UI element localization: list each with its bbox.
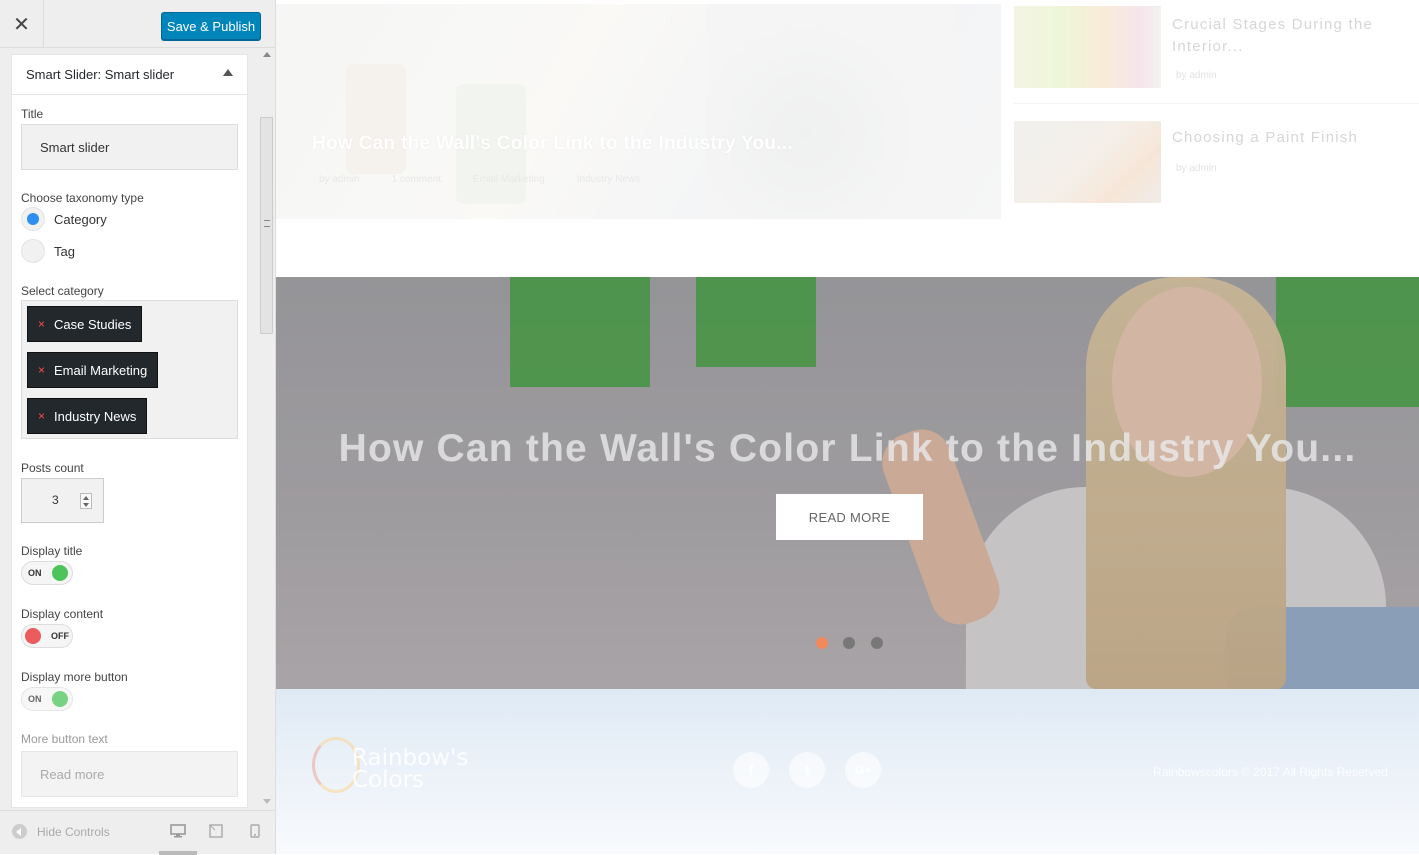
widget-header[interactable]: Smart Slider: Smart slider [12, 55, 247, 95]
category-label: Select category [21, 284, 104, 298]
chip-label: Case Studies [54, 316, 132, 332]
site-footer: Rainbow's Colors f t G+ Rainbowscolors ©… [276, 689, 1419, 854]
toggle-knob [52, 691, 68, 707]
widget-name: Smart slider [104, 67, 175, 82]
scroll-up-icon[interactable] [263, 52, 271, 57]
meta-category[interactable]: Email Marketing [473, 174, 545, 185]
hide-controls-button[interactable]: Hide Controls [12, 824, 110, 839]
taxonomy-label: Choose taxonomy type [21, 191, 144, 205]
featured-post-meta: by admin 1 comment Email Marketing Indus… [319, 174, 640, 185]
close-icon[interactable]: ✕ [0, 0, 44, 48]
radio-selected-dot [27, 213, 39, 225]
featured-post-title[interactable]: How Can the Wall's Color Link to the Ind… [312, 133, 793, 155]
logo-line2: Colors [352, 767, 425, 793]
google-plus-icon[interactable]: G+ [845, 752, 881, 788]
customizer-sidebar: ✕ Save & Publish Smart Slider: Smart sli… [0, 0, 276, 855]
site-logo[interactable]: Rainbow's Colors [312, 729, 482, 799]
hero-slider: How Can the Wall's Color Link to the Ind… [276, 277, 1419, 689]
side-post-title[interactable]: Choosing a Paint Finish [1172, 127, 1412, 149]
side-post[interactable]: Choosing a Paint Finish by admin [1014, 119, 1419, 219]
collapse-icon [12, 824, 27, 839]
title-input[interactable]: Smart slider [21, 124, 238, 170]
display-title-label: Display title [21, 544, 83, 558]
display-more-label: Display more button [21, 670, 128, 684]
toggle-knob [52, 565, 68, 581]
radio-category-label: Category [54, 212, 107, 227]
radio-tag[interactable] [21, 239, 45, 263]
toggle-state: ON [28, 694, 42, 704]
facebook-icon[interactable]: f [733, 752, 769, 788]
spinner-icon[interactable] [80, 493, 92, 509]
site-preview: How Can the Wall's Color Link to the Ind… [276, 0, 1419, 854]
twitter-icon[interactable]: t [789, 752, 825, 788]
slider-dot-active[interactable] [816, 637, 828, 649]
meta-author[interactable]: by admin [319, 174, 360, 185]
side-post-title[interactable]: Crucial Stages During the Interior... [1172, 14, 1412, 58]
toggle-state: ON [28, 568, 42, 578]
slider-dot[interactable] [871, 637, 883, 649]
more-text-label: More button text [21, 732, 108, 746]
customizer-header: ✕ Save & Publish [0, 0, 275, 48]
post-thumbnail[interactable] [1014, 121, 1161, 203]
widget-panel: Smart Slider: Smart slider Title Smart s… [11, 54, 248, 808]
side-post-author[interactable]: by admin [1176, 70, 1217, 81]
remove-icon[interactable]: × [38, 317, 45, 331]
display-content-label: Display content [21, 607, 104, 621]
category-chip: × Email Marketing [27, 352, 159, 388]
logo-line1: Rainbow's [352, 745, 469, 771]
category-select[interactable]: × Case Studies × Email Marketing × Indus… [21, 300, 238, 439]
more-button-text-input[interactable]: Read more [21, 751, 238, 797]
meta-comments[interactable]: 1 comment [392, 174, 441, 185]
toggle-knob [25, 628, 41, 644]
category-chip: × Case Studies [27, 306, 143, 342]
tablet-icon[interactable] [209, 824, 223, 838]
posts-count-value: 3 [52, 493, 59, 507]
customizer-footer: Hide Controls [0, 810, 275, 855]
side-post[interactable]: Crucial Stages During the Interior... by… [1014, 4, 1419, 104]
collapse-arrow-icon[interactable] [223, 69, 233, 76]
posts-count-stepper[interactable]: 3 [21, 478, 104, 523]
toggle-state: OFF [51, 631, 69, 641]
remove-icon[interactable]: × [38, 409, 45, 423]
radio-category[interactable] [21, 207, 45, 231]
display-more-toggle[interactable]: ON [21, 687, 73, 711]
title-label: Title [21, 107, 44, 121]
scrollbar-thumb[interactable] [260, 117, 273, 334]
featured-overlay [276, 4, 1001, 219]
scroll-down-icon[interactable] [263, 799, 271, 804]
featured-post[interactable]: How Can the Wall's Color Link to the Ind… [276, 4, 1001, 219]
mobile-icon[interactable] [250, 824, 260, 838]
chip-label: Email Marketing [54, 362, 148, 378]
slide-title[interactable]: How Can the Wall's Color Link to the Ind… [276, 427, 1419, 471]
posts-count-label: Posts count [21, 461, 84, 475]
slide-overlay [276, 277, 1419, 689]
copyright-text: Rainbowscolors © 2017 All Rights Reserve… [1153, 765, 1388, 779]
radio-tag-label: Tag [54, 244, 75, 259]
active-device-indicator [159, 851, 197, 855]
save-publish-button[interactable]: Save & Publish [161, 12, 261, 40]
post-thumbnail[interactable] [1014, 6, 1161, 88]
desktop-icon[interactable] [170, 824, 186, 838]
slider-dot[interactable] [843, 637, 855, 649]
read-more-button[interactable]: READ MORE [776, 494, 923, 540]
display-content-toggle[interactable]: OFF [21, 624, 73, 648]
widget-type: Smart Slider: [26, 67, 102, 82]
hide-controls-label: Hide Controls [37, 824, 110, 839]
remove-icon[interactable]: × [38, 363, 45, 377]
display-title-toggle[interactable]: ON [21, 561, 73, 585]
chip-label: Industry News [54, 408, 137, 424]
meta-category[interactable]: Industry News [577, 174, 640, 185]
side-post-author[interactable]: by admin [1176, 163, 1217, 174]
category-chip: × Industry News [27, 398, 148, 434]
logo-text: Rainbow's Colors [352, 745, 469, 793]
